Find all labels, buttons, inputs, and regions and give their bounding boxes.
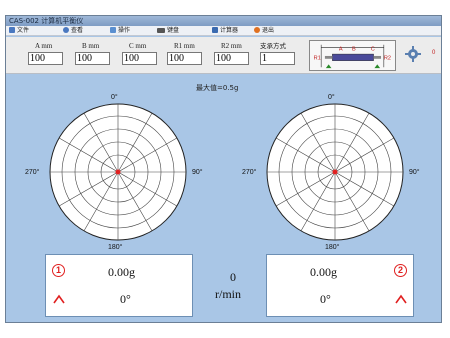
phase-angle-icon (395, 294, 407, 304)
field-r1: R1 mm 100 (167, 42, 202, 65)
left-label-0: 0° (111, 94, 118, 101)
keyboard-icon (157, 28, 165, 33)
plane2-panel: 2 0.00g 0° (266, 254, 414, 317)
status-zero: 0 (432, 50, 436, 56)
plane1-panel: 1 0.00g 0° (45, 254, 193, 317)
field-support-label: 支承方式 (260, 42, 286, 50)
field-b: B mm 100 (75, 42, 110, 65)
field-r1-label: R1 mm (174, 42, 195, 50)
support-right-icon (374, 64, 381, 69)
left-label-90: 90° (192, 169, 203, 176)
plane1-number-badge: 1 (52, 264, 65, 277)
right-label-90: 90° (409, 169, 420, 176)
exit-icon (254, 27, 260, 33)
field-r2-input[interactable]: 100 (214, 52, 249, 65)
speed-value: 0 (230, 270, 236, 284)
file-icon (9, 27, 15, 33)
vector-point-right (332, 169, 338, 175)
polar-plot-right (266, 103, 404, 241)
field-b-label: B mm (82, 42, 100, 50)
right-label-180: 180° (325, 244, 340, 251)
calculator-icon (212, 27, 218, 33)
plane2-number-badge: 2 (394, 264, 407, 277)
plane2-angle: 0° (320, 292, 331, 306)
diagram-label-a: A (339, 46, 343, 52)
menu-operate[interactable]: 操作 (110, 26, 130, 36)
field-a: A mm 100 (28, 42, 63, 65)
menu-keyboard[interactable]: 键盘 (157, 26, 179, 36)
left-label-180: 180° (108, 244, 123, 251)
balancer-window: CAS-002 计算机平衡仪 文件 查看 操作 键盘 计算器 退出 A mm 1… (5, 15, 442, 323)
diagram-label-r1: R1 (314, 56, 321, 62)
menu-bar: 文件 查看 操作 键盘 计算器 退出 (6, 26, 441, 36)
field-b-input[interactable]: 100 (75, 52, 110, 65)
shaft-left (324, 55, 333, 59)
plane2-amplitude: 0.00g (310, 265, 337, 279)
rotor-shape (332, 53, 374, 61)
phase-angle-icon (53, 294, 65, 304)
parameter-toolbar: A mm 100 B mm 100 C mm 100 R1 mm 100 R2 … (6, 37, 441, 74)
settings-icon[interactable] (404, 45, 422, 63)
field-c: C mm 100 (122, 42, 157, 65)
right-label-0: 0° (328, 94, 335, 101)
menu-file[interactable]: 文件 (9, 26, 29, 36)
field-support: 支承方式 1 (260, 42, 295, 65)
field-c-input[interactable]: 100 (122, 52, 157, 65)
title-bar: CAS-002 计算机平衡仪 (6, 16, 441, 26)
field-a-input[interactable]: 100 (28, 52, 63, 65)
field-a-label: A mm (35, 42, 53, 50)
window-title: CAS-002 计算机平衡仪 (9, 17, 84, 25)
polar-plot-left (49, 103, 187, 241)
plane1-amplitude: 0.00g (108, 265, 135, 279)
plane1-angle: 0° (120, 292, 131, 306)
vector-point-left (115, 169, 121, 175)
field-r1-input[interactable]: 100 (167, 52, 202, 65)
left-label-270: 270° (25, 169, 40, 176)
shaft-right (373, 55, 382, 59)
rotor-diagram: A B C R1 R2 (309, 40, 396, 71)
diagram-label-r2: R2 (384, 56, 391, 62)
diagram-label-c: C (371, 46, 375, 52)
speed-unit: r/min (215, 287, 241, 301)
operate-icon (110, 27, 116, 33)
view-icon (63, 27, 69, 33)
menu-exit[interactable]: 退出 (254, 26, 274, 36)
support-left-icon (325, 64, 332, 69)
diagram-label-b: B (352, 46, 356, 52)
field-r2: R2 mm 100 (214, 42, 249, 65)
max-value-label: 最大值=0.5g (196, 84, 239, 92)
menu-calculator[interactable]: 计算器 (212, 26, 238, 36)
field-support-input[interactable]: 1 (260, 52, 295, 65)
field-c-label: C mm (129, 42, 147, 50)
menu-view[interactable]: 查看 (63, 26, 83, 36)
right-label-270: 270° (242, 169, 257, 176)
field-r2-label: R2 mm (221, 42, 242, 50)
